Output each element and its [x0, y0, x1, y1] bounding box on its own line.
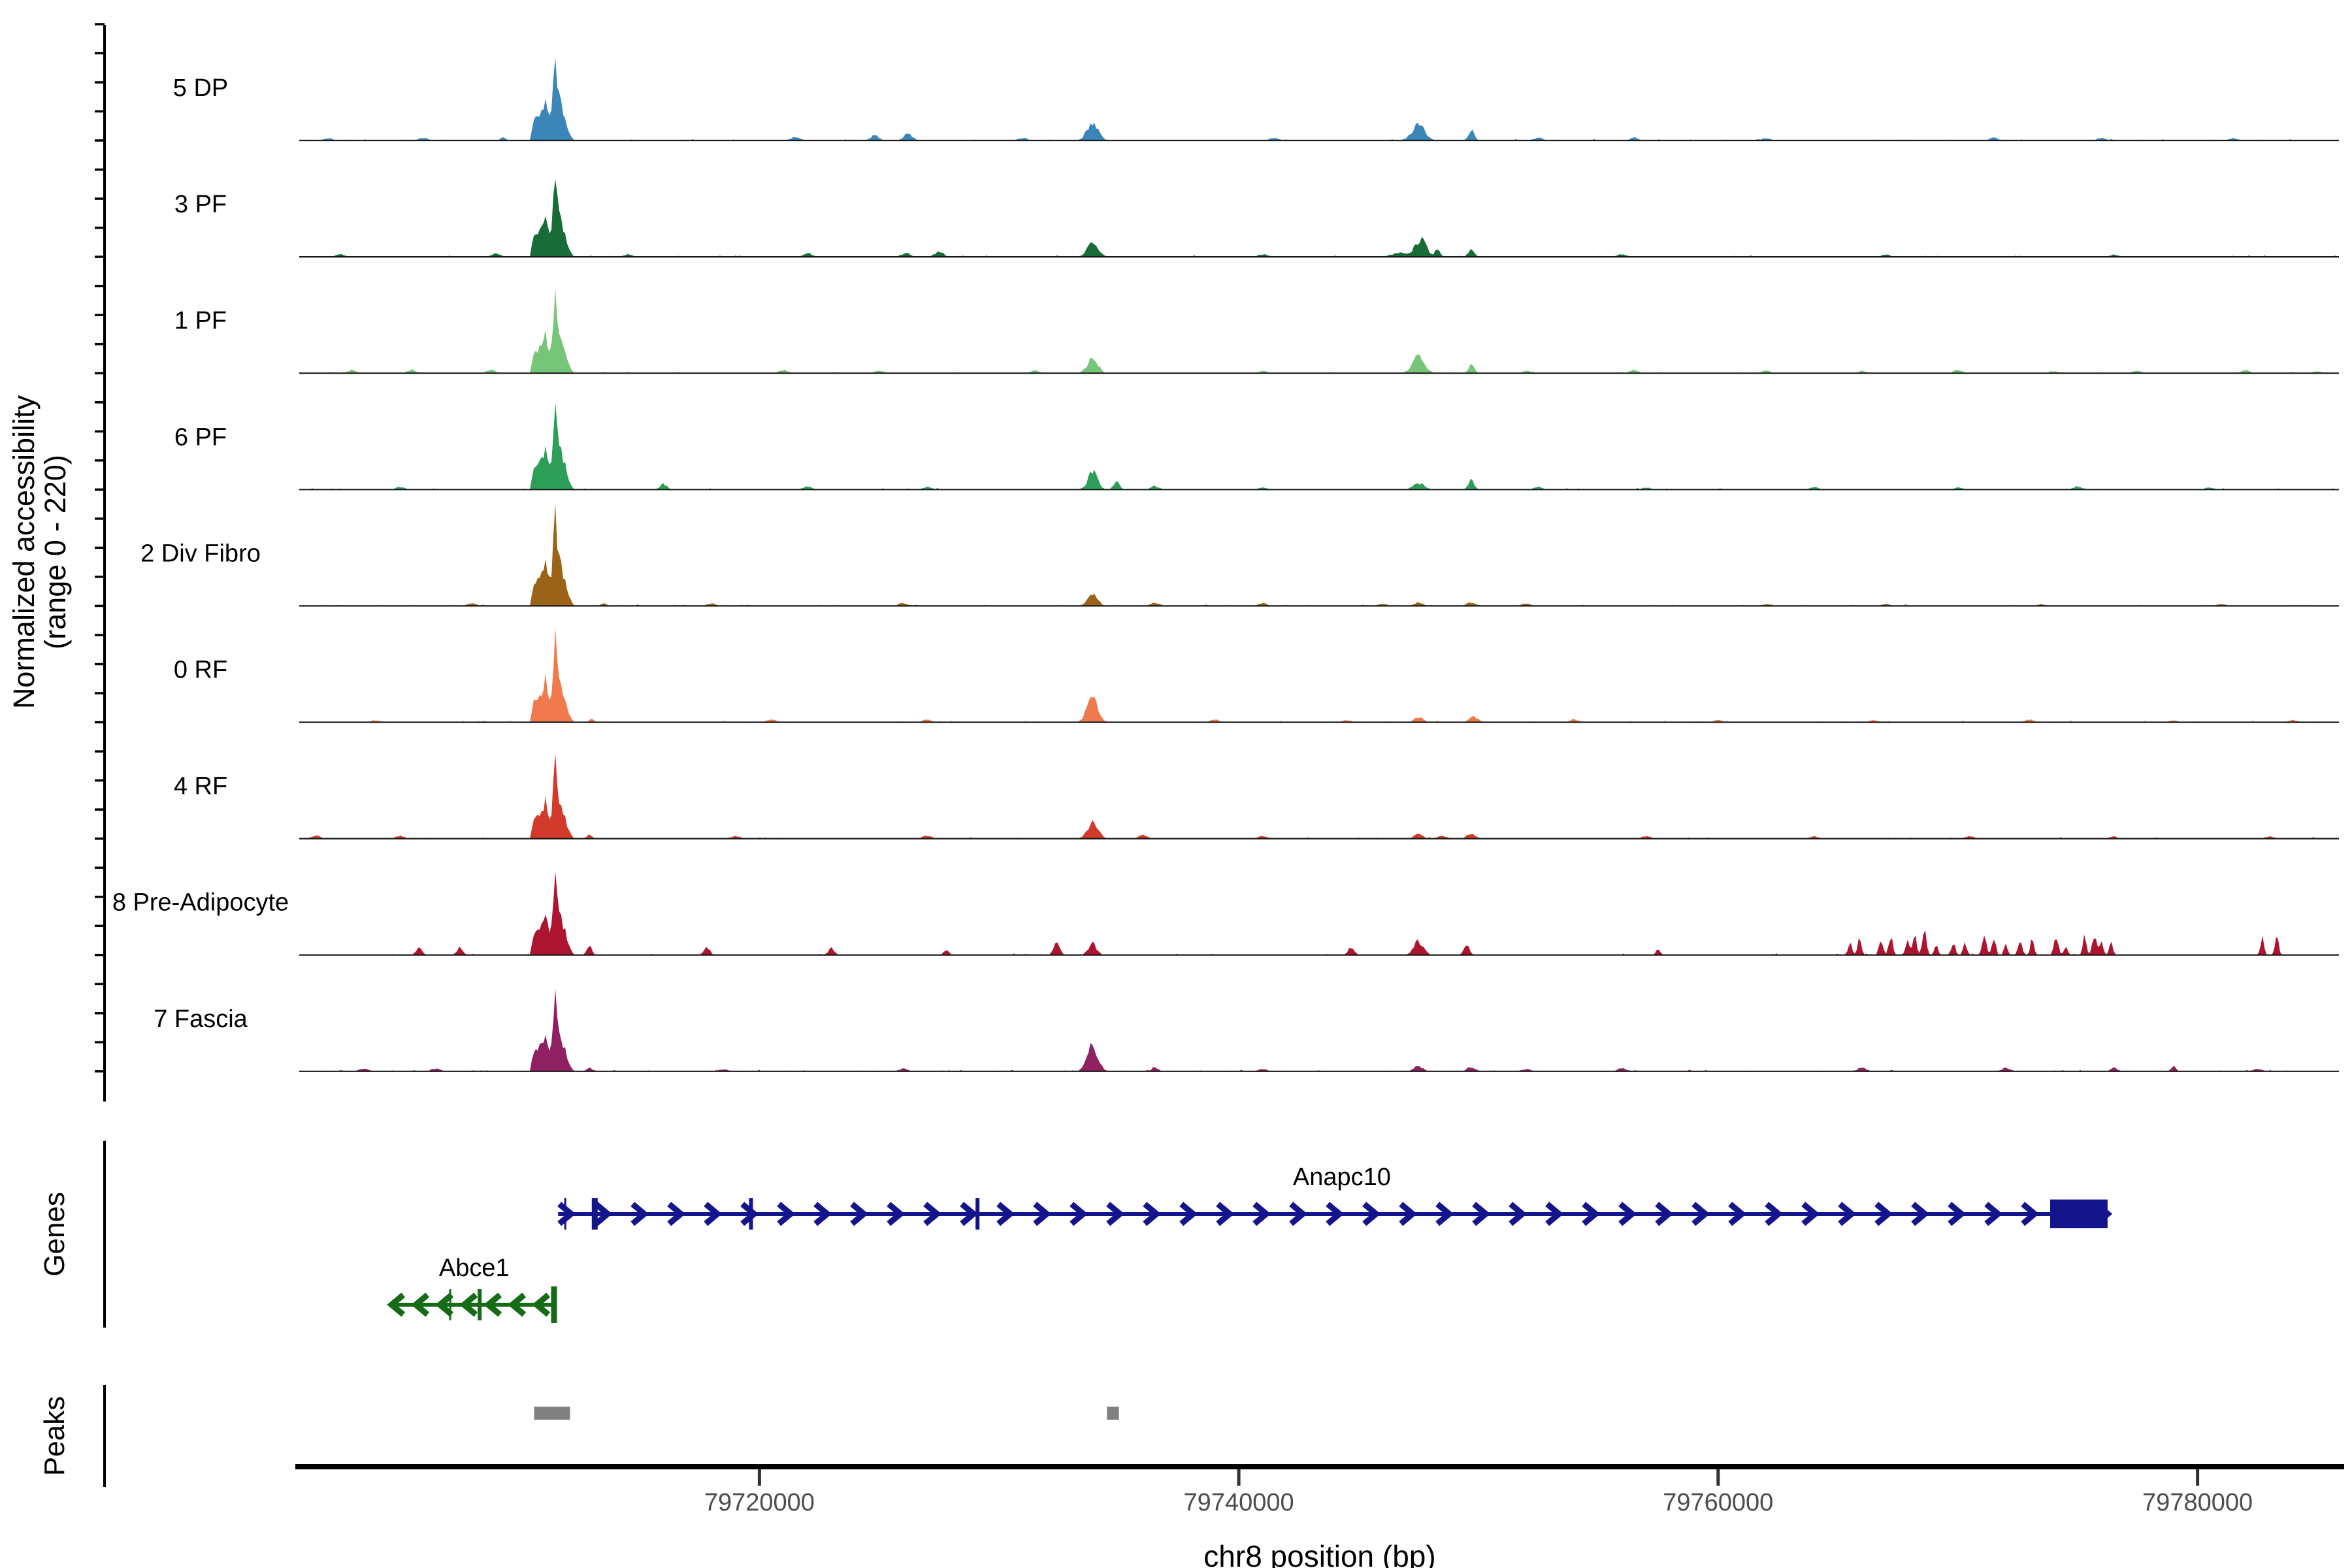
exon-tick — [749, 1198, 753, 1230]
track-label: 4 RF — [174, 773, 227, 800]
genes-section-label: Genes — [39, 1192, 71, 1277]
x-tick-label: 79720000 — [704, 1489, 815, 1516]
coverage-plot-figure: Normalized accessibility (range 0 - 220)… — [0, 0, 2352, 1568]
exon-tick — [564, 1198, 566, 1230]
x-tick-label: 79780000 — [2142, 1489, 2253, 1516]
exon-tick — [592, 1198, 598, 1230]
track-label: 8 Pre-Adipocyte — [112, 889, 289, 917]
peaks-section-label: Peaks — [39, 1396, 71, 1476]
x-tick-label: 79760000 — [1663, 1489, 1773, 1516]
track-label: 2 Div Fibro — [140, 540, 261, 567]
gene-name-label: Anapc10 — [1293, 1164, 1391, 1191]
x-axis-title: chr8 position (bp) — [1203, 1539, 1435, 1568]
track-label: 6 PF — [174, 423, 227, 451]
track-label: 0 RF — [174, 657, 227, 684]
peak-interval — [534, 1407, 570, 1420]
figure-background — [0, 0, 2352, 1568]
gene-name-label: Abce1 — [439, 1254, 510, 1282]
y-axis-title-line2: (range 0 - 220) — [39, 455, 72, 649]
y-axis-title-line1: Normalized accessibility — [7, 395, 41, 709]
track-label: 7 Fascia — [154, 1005, 248, 1033]
coverage-plot-svg: Normalized accessibility (range 0 - 220)… — [0, 0, 2352, 1568]
track-label: 3 PF — [174, 191, 227, 218]
gene-end-bar — [551, 1286, 557, 1323]
exon-tick — [975, 1198, 979, 1230]
exon-box — [2050, 1200, 2108, 1228]
peak-interval — [1107, 1407, 1119, 1420]
track-label: 1 PF — [174, 307, 227, 335]
exon-tick — [449, 1289, 451, 1320]
exon-tick — [478, 1289, 482, 1320]
track-label: 5 DP — [173, 74, 228, 102]
x-tick-label: 79740000 — [1184, 1489, 1294, 1516]
